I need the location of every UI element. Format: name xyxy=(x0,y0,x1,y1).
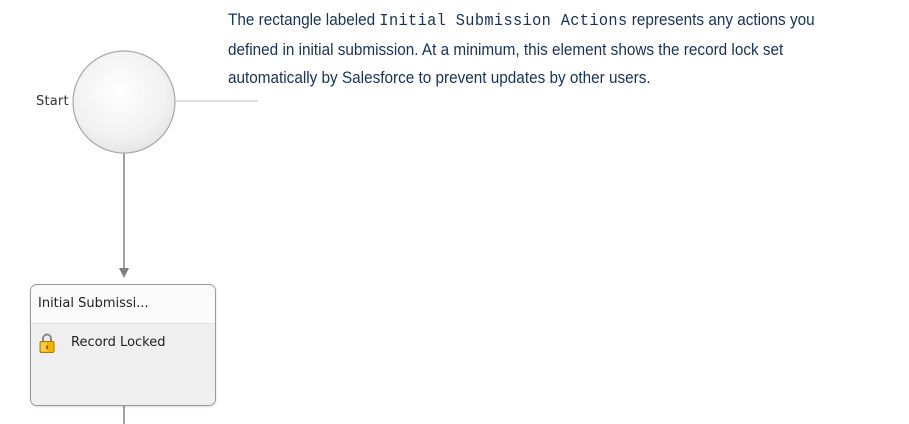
start-circle[interactable] xyxy=(72,50,176,154)
initial-submission-node[interactable]: Initial Submissi... Record Locked xyxy=(30,284,216,406)
start-label: Start xyxy=(36,94,69,109)
node-title: Initial Submissi... xyxy=(31,285,215,324)
description-text: The rectangle labeled Initial Submission… xyxy=(228,6,840,92)
lock-icon xyxy=(39,333,55,353)
description-intro: The rectangle labeled xyxy=(228,10,376,29)
node-action-label: Record Locked xyxy=(71,335,166,350)
node-body: Record Locked xyxy=(31,324,215,405)
description-code-label: Initial Submission Actions xyxy=(379,12,628,31)
connector-arrowhead xyxy=(119,268,129,278)
